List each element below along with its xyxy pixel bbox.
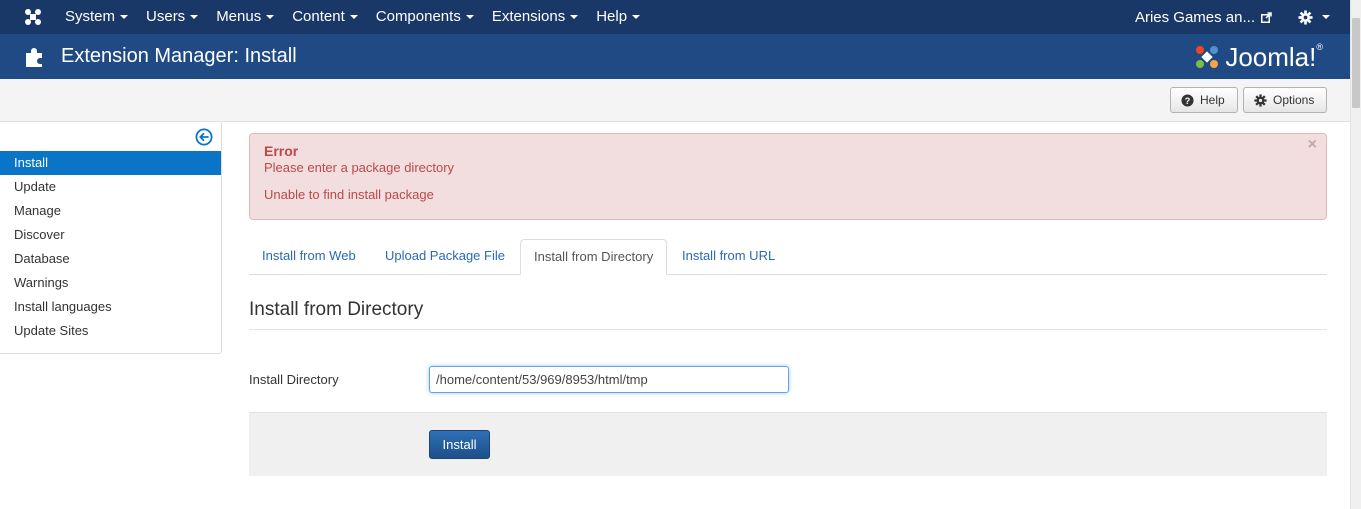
caret-down-icon: [570, 15, 579, 20]
question-circle-icon: ?: [1181, 93, 1194, 107]
install-tabs: Install from Web Upload Package File Ins…: [249, 239, 1327, 275]
options-button[interactable]: Options: [1243, 87, 1327, 113]
sidebar-item-database[interactable]: Database: [0, 247, 221, 271]
install-directory-input[interactable]: [429, 366, 789, 393]
sidebar-item-update-sites[interactable]: Update Sites: [0, 319, 221, 343]
tab-install-from-url[interactable]: Install from URL: [669, 239, 788, 275]
menu-label: Content: [292, 8, 345, 25]
menu-label: Menus: [216, 8, 262, 25]
external-link-icon: [1261, 11, 1272, 23]
alert-heading: Error: [264, 143, 299, 159]
gear-icon: [1254, 93, 1267, 107]
page-header: Extension Manager: Install Joomla!®: [0, 34, 1350, 79]
brand-text: Joomla!: [1225, 41, 1317, 72]
sidebar-list: Install Update Manage Discover Database …: [0, 151, 221, 343]
sidebar-item-discover[interactable]: Discover: [0, 223, 221, 247]
joomla-logo-icon[interactable]: [22, 6, 44, 28]
menu-help[interactable]: Help: [587, 0, 649, 34]
install-directory-label: Install Directory: [249, 372, 339, 387]
divider: [249, 329, 1327, 330]
main-menu: System Users Menus Content Components Ex…: [56, 0, 649, 34]
form-actions: Install: [249, 412, 1327, 476]
caret-down-icon: [120, 15, 129, 20]
section-title: Install from Directory: [249, 299, 424, 320]
install-button[interactable]: Install: [429, 430, 490, 459]
sidebar: Install Update Manage Discover Database …: [0, 122, 222, 354]
sidebar-item-manage[interactable]: Manage: [0, 199, 221, 223]
sidebar-item-warnings[interactable]: Warnings: [0, 271, 221, 295]
caret-down-icon: [632, 15, 641, 20]
caret-down-icon: [465, 15, 474, 20]
menu-users[interactable]: Users: [137, 0, 207, 34]
brand-name: Joomla!®: [1225, 42, 1323, 73]
brand-mark: ®: [1316, 41, 1323, 52]
caret-down-icon: [266, 15, 275, 20]
scrollbar-thumb[interactable]: [1352, 18, 1360, 108]
menu-extensions[interactable]: Extensions: [483, 0, 587, 34]
menu-label: Help: [596, 8, 628, 25]
error-alert: Error Please enter a package directory U…: [249, 133, 1327, 220]
tab-install-from-directory[interactable]: Install from Directory: [520, 239, 668, 275]
alert-message: Please enter a package directory: [264, 160, 455, 175]
svg-text:?: ?: [1185, 95, 1191, 105]
page-title: Extension Manager: Install: [61, 45, 297, 67]
caret-down-icon: [190, 15, 199, 20]
caret-down-icon: [349, 15, 358, 20]
sidebar-item-install[interactable]: Install: [0, 151, 221, 175]
user-menu[interactable]: [1298, 9, 1330, 25]
toolbar: ? Help Options: [0, 79, 1350, 122]
gear-icon: [1298, 9, 1313, 25]
menu-components[interactable]: Components: [367, 0, 483, 34]
joomla-brand-logo: Joomla!®: [1192, 40, 1323, 74]
menu-label: System: [65, 8, 116, 25]
scrollbar[interactable]: [1350, 0, 1361, 509]
alert-message: Unable to find install package: [264, 187, 434, 202]
tab-install-from-web[interactable]: Install from Web: [249, 239, 369, 275]
menu-label: Components: [375, 8, 461, 25]
help-label: Help: [1200, 93, 1225, 107]
close-icon[interactable]: ×: [1308, 136, 1317, 154]
top-navbar: System Users Menus Content Components Ex…: [0, 0, 1350, 34]
joomla-brand-icon: [1196, 46, 1219, 68]
site-link-label: Aries Games an...: [1134, 8, 1255, 26]
navbar-right: Aries Games an...: [1135, 0, 1330, 34]
collapse-sidebar-icon[interactable]: [195, 128, 213, 146]
caret-down-icon: [1322, 15, 1330, 19]
site-link[interactable]: Aries Games an...: [1135, 9, 1272, 26]
menu-menus[interactable]: Menus: [207, 0, 283, 34]
menu-label: Users: [146, 8, 186, 25]
options-label: Options: [1273, 93, 1315, 107]
help-button[interactable]: ? Help: [1170, 87, 1238, 113]
tab-upload-package-file[interactable]: Upload Package File: [372, 239, 518, 275]
menu-content[interactable]: Content: [283, 0, 367, 34]
menu-system[interactable]: System: [56, 0, 137, 34]
sidebar-item-update[interactable]: Update: [0, 175, 221, 199]
menu-label: Extensions: [491, 8, 566, 25]
sidebar-item-install-languages[interactable]: Install languages: [0, 295, 221, 319]
puzzle-piece-icon: [26, 48, 42, 67]
